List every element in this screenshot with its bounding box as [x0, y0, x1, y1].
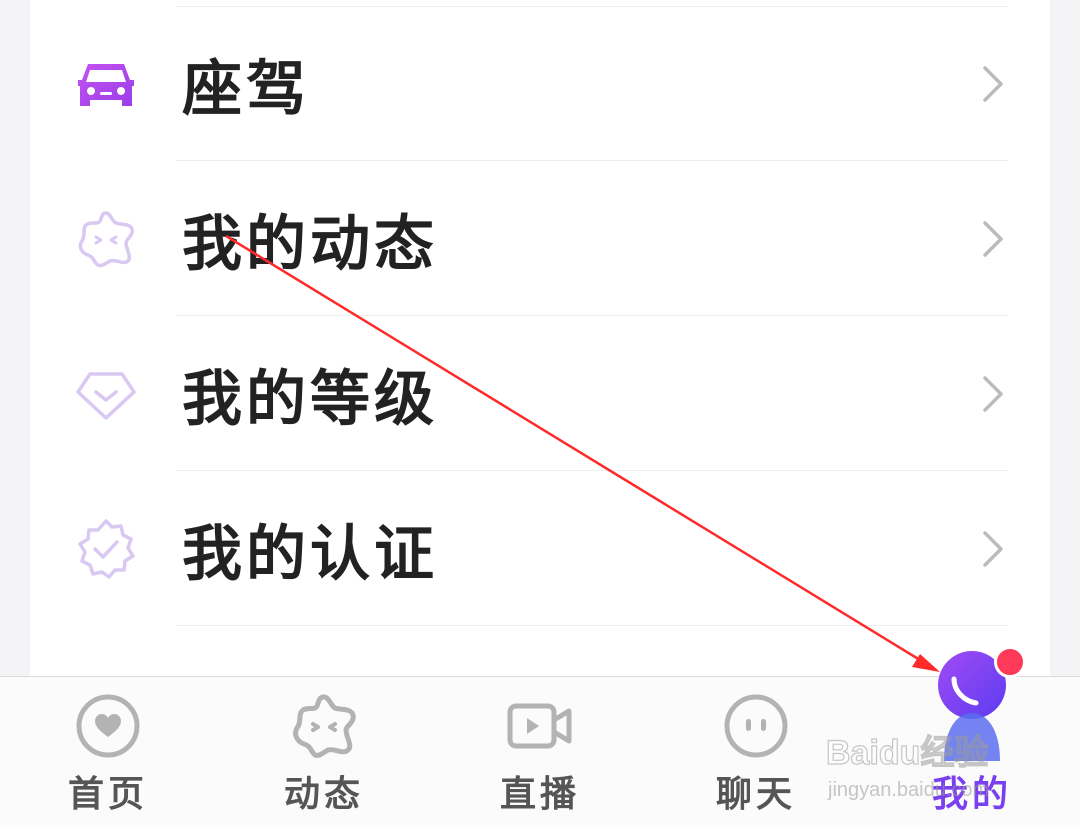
star-face-icon [74, 207, 138, 271]
menu-item-label: 我的认证 [182, 519, 438, 589]
menu-card: 座驾 我的动态 我的等级 我的认证 [30, 0, 1050, 676]
watermark-brand: Baidu经验 [826, 733, 988, 772]
diamond-icon [74, 362, 138, 426]
menu-item-my-level[interactable]: 我的等级 [30, 316, 1050, 471]
star-face-icon [289, 691, 359, 761]
tab-posts[interactable]: 动态 [216, 677, 432, 825]
tab-label: 首页 [67, 773, 148, 815]
menu-item-vehicle[interactable]: 座驾 [30, 6, 1050, 161]
chevron-right-icon [980, 219, 1006, 259]
tab-live[interactable]: 直播 [432, 677, 648, 825]
chat-face-icon [721, 691, 791, 761]
menu-item-label: 我的等级 [182, 364, 438, 434]
baidu-watermark: Baidu经验 jingyan.baidu.com [822, 730, 1032, 810]
video-camera-icon [505, 691, 575, 761]
menu-item-my-posts[interactable]: 我的动态 [30, 161, 1050, 316]
profile-page: 座驾 我的动态 我的等级 我的认证 首页 动态 直播 聊天 我的 Baidu经验… [0, 0, 1080, 825]
divider [176, 625, 1008, 626]
menu-item-label: 座驾 [182, 54, 310, 124]
chevron-right-icon [980, 374, 1006, 414]
chevron-right-icon [980, 529, 1006, 569]
watermark-url: jingyan.baidu.com [827, 779, 989, 801]
notification-dot [994, 646, 1026, 678]
chevron-right-icon [980, 64, 1006, 104]
heart-bubble-icon [73, 691, 143, 761]
menu-item-my-verification[interactable]: 我的认证 [30, 471, 1050, 626]
menu-item-label: 我的动态 [182, 209, 438, 279]
tab-home[interactable]: 首页 [0, 677, 216, 825]
tab-label: 直播 [499, 773, 580, 815]
tab-label: 动态 [283, 773, 364, 815]
car-icon [74, 52, 138, 116]
verified-badge-icon [74, 517, 138, 581]
